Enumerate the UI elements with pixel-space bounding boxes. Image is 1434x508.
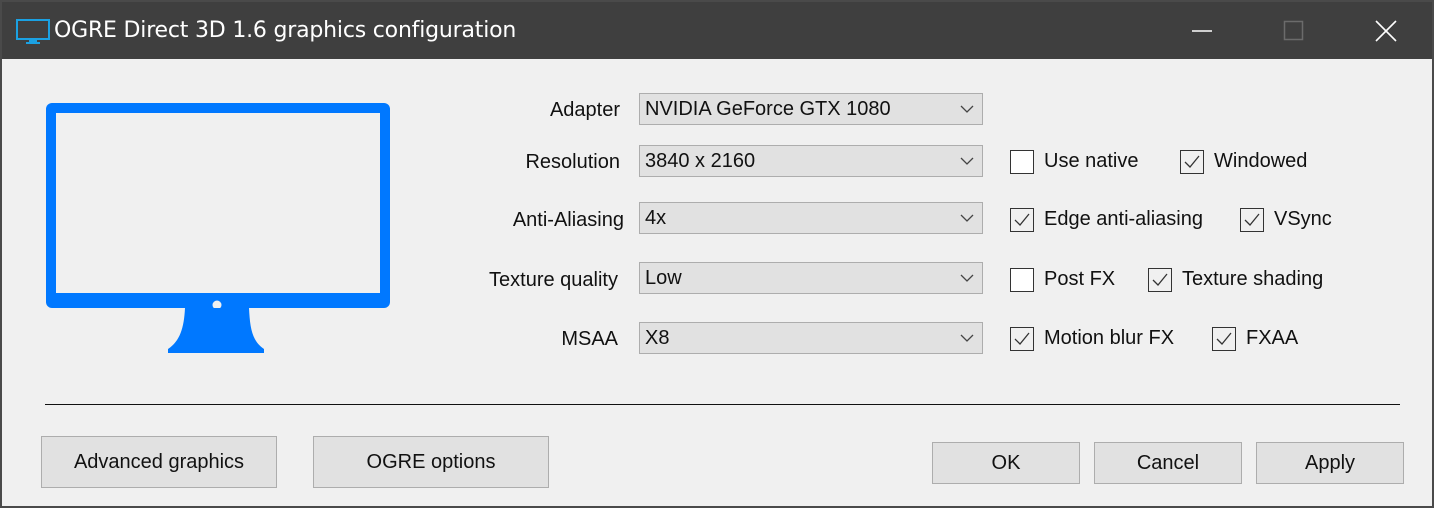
msaa-value: X8 xyxy=(645,327,670,349)
texture-quality-select[interactable]: Low xyxy=(639,262,983,294)
close-icon xyxy=(1375,20,1397,42)
chevron-down-icon xyxy=(960,274,974,282)
checkmark-icon xyxy=(1216,332,1232,345)
cancel-button[interactable]: Cancel xyxy=(1094,442,1242,484)
resolution-select[interactable]: 3840 x 2160 xyxy=(639,145,983,177)
anti-aliasing-select[interactable]: 4x xyxy=(639,202,983,234)
checkbox-label: Post FX xyxy=(1044,268,1116,290)
minimize-button[interactable] xyxy=(1156,2,1246,59)
apply-button[interactable]: Apply xyxy=(1256,442,1404,484)
adapter-value: NVIDIA GeForce GTX 1080 xyxy=(645,98,891,120)
anti-aliasing-label: Anti-Aliasing xyxy=(512,209,624,231)
adapter-label: Adapter xyxy=(549,99,620,121)
msaa-select[interactable]: X8 xyxy=(639,322,983,354)
divider xyxy=(45,404,1400,405)
monitor-icon xyxy=(46,103,390,353)
checkbox-label: Windowed xyxy=(1214,150,1308,172)
close-button[interactable] xyxy=(1340,2,1430,59)
maximize-button[interactable] xyxy=(1248,2,1338,59)
dialog-body: Adapter Resolution Anti-Aliasing Texture… xyxy=(2,59,1432,506)
advanced-graphics-button[interactable]: Advanced graphics xyxy=(41,436,277,488)
checkbox-label: VSync xyxy=(1274,208,1332,230)
chevron-down-icon xyxy=(960,157,974,165)
checkbox-label: Use native xyxy=(1044,150,1139,172)
checkmark-icon xyxy=(1244,213,1260,226)
checkbox-box[interactable] xyxy=(1148,268,1172,292)
anti-aliasing-value: 4x xyxy=(645,207,667,229)
checkbox-label: Edge anti-aliasing xyxy=(1044,208,1203,230)
chevron-down-icon xyxy=(960,214,974,222)
checkbox-label: Texture shading xyxy=(1182,268,1324,290)
resolution-value: 3840 x 2160 xyxy=(645,150,756,172)
checkbox-box[interactable] xyxy=(1010,150,1034,174)
monitor-icon xyxy=(16,19,50,44)
checkmark-icon xyxy=(1184,155,1200,168)
texture-quality-label: Texture quality xyxy=(489,269,618,291)
minimize-icon xyxy=(1192,30,1212,32)
resolution-label: Resolution xyxy=(525,151,620,173)
checkbox-box[interactable] xyxy=(1010,327,1034,351)
checkbox-box[interactable] xyxy=(1010,268,1034,292)
checkbox-label: Motion blur FX xyxy=(1044,327,1175,349)
ok-button[interactable]: OK xyxy=(932,442,1080,484)
title-bar[interactable]: OGRE Direct 3D 1.6 graphics configuratio… xyxy=(2,2,1432,59)
checkbox-box[interactable] xyxy=(1010,208,1034,232)
checkbox-label: FXAA xyxy=(1246,327,1299,349)
chevron-down-icon xyxy=(960,105,974,113)
chevron-down-icon xyxy=(960,334,974,342)
checkbox-box[interactable] xyxy=(1240,208,1264,232)
texture-quality-value: Low xyxy=(645,267,682,289)
adapter-select[interactable]: NVIDIA GeForce GTX 1080 xyxy=(639,93,983,125)
maximize-icon xyxy=(1283,20,1304,41)
checkbox-box[interactable] xyxy=(1212,327,1236,351)
checkmark-icon xyxy=(1014,213,1030,226)
checkmark-icon xyxy=(1014,332,1030,345)
checkbox-box[interactable] xyxy=(1180,150,1204,174)
checkmark-icon xyxy=(1152,273,1168,286)
msaa-label: MSAA xyxy=(561,328,618,350)
ogre-options-button[interactable]: OGRE options xyxy=(313,436,549,488)
window-title: OGRE Direct 3D 1.6 graphics configuratio… xyxy=(54,18,517,43)
config-dialog: OGRE Direct 3D 1.6 graphics configuratio… xyxy=(0,0,1434,508)
